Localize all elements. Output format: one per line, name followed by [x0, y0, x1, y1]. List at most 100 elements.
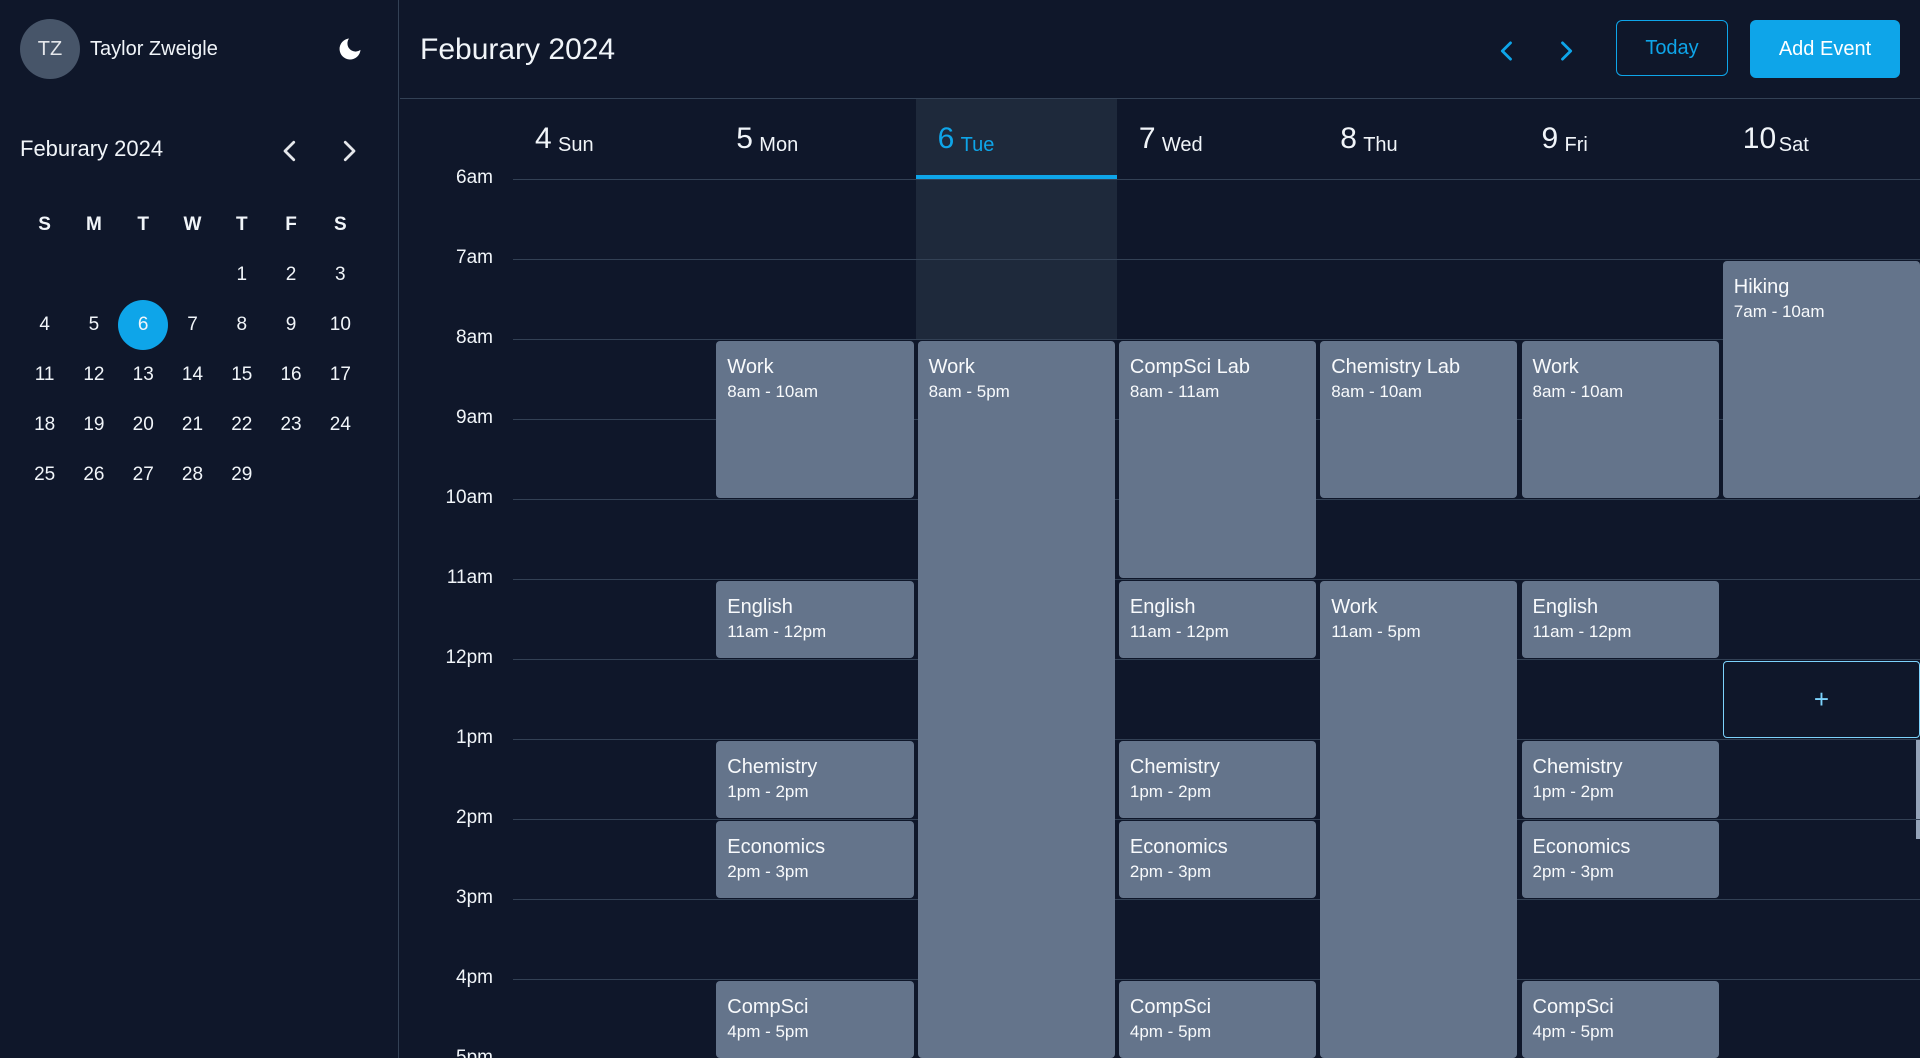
- add-event-button[interactable]: Add Event: [1750, 20, 1900, 78]
- day-name: Wed: [1161, 134, 1203, 156]
- hour-label: 12pm: [445, 647, 493, 668]
- chevron-left-icon[interactable]: [1493, 37, 1521, 65]
- event-time: 8am - 10am: [1532, 382, 1624, 401]
- event-time: 2pm - 3pm: [727, 862, 809, 881]
- event-block[interactable]: CompSci 4pm - 5pm: [716, 981, 914, 1058]
- event-block[interactable]: CompSci 4pm - 5pm: [1118, 981, 1317, 1058]
- mini-calendar-day[interactable]: 10: [316, 300, 365, 350]
- chevron-right-icon[interactable]: [334, 136, 364, 166]
- day-header[interactable]: 7 Wed: [1117, 99, 1318, 179]
- mini-calendar-day[interactable]: 1: [217, 250, 266, 300]
- mini-calendar-day[interactable]: 25: [20, 450, 69, 500]
- mini-calendar-day[interactable]: 24: [316, 400, 365, 450]
- add-event-slot[interactable]: +: [1722, 661, 1920, 738]
- event-block[interactable]: Economics 2pm - 3pm: [716, 821, 914, 898]
- mini-calendar-empty-cell: [316, 450, 365, 500]
- event-block[interactable]: Chemistry 1pm - 2pm: [1521, 741, 1719, 818]
- event-block[interactable]: Economics 2pm - 3pm: [1521, 821, 1719, 898]
- mini-calendar-day[interactable]: 27: [119, 450, 168, 500]
- mini-calendar-day[interactable]: 21: [168, 400, 217, 450]
- mini-calendar-week: 11 12 13 14 15 16 17: [20, 350, 365, 400]
- mini-calendar-title: Feburary 2024: [20, 136, 164, 161]
- hour-gridline: [513, 179, 1920, 180]
- event-block[interactable]: Work 11am - 5pm: [1320, 581, 1518, 1058]
- event-block[interactable]: English 11am - 12pm: [716, 581, 914, 658]
- hour-gridline: [513, 259, 1920, 260]
- mini-calendar-day[interactable]: 12: [69, 350, 118, 400]
- event-block[interactable]: CompSci 4pm - 5pm: [1521, 981, 1719, 1058]
- mini-calendar-day[interactable]: 20: [119, 400, 168, 450]
- event-block[interactable]: English 11am - 12pm: [1521, 581, 1719, 658]
- mini-calendar-day[interactable]: 6: [119, 300, 168, 350]
- day-header[interactable]: 5 Mon: [714, 99, 915, 179]
- today-button[interactable]: Today: [1616, 20, 1728, 76]
- hour-gridline: [513, 339, 1920, 340]
- mini-calendar-day[interactable]: 13: [119, 350, 168, 400]
- mini-calendar-empty-cell: [266, 450, 315, 500]
- mini-calendar-day[interactable]: 3: [316, 250, 365, 300]
- mini-calendar-day[interactable]: 9: [266, 300, 315, 350]
- event-block[interactable]: Work 8am - 10am: [1521, 341, 1719, 498]
- mini-calendar-day[interactable]: 2: [266, 250, 315, 300]
- day-number: 7: [1138, 122, 1156, 155]
- scrollbar-thumb[interactable]: [1916, 739, 1920, 839]
- mini-calendar-empty-cell: [20, 250, 69, 300]
- hour-label: 6am: [456, 167, 493, 188]
- day-number: 6: [937, 122, 955, 155]
- mini-calendar-day[interactable]: 17: [316, 350, 365, 400]
- sidebar: TZ Taylor Zweigle Feburary 2024 S M T W T F S 1…: [0, 0, 399, 1058]
- mini-calendar-day[interactable]: 22: [217, 400, 266, 450]
- mini-calendar-day[interactable]: 19: [69, 400, 118, 450]
- hour-gridline: [513, 979, 1920, 980]
- day-header[interactable]: 9 Fri: [1520, 99, 1721, 179]
- event-title: Work: [928, 356, 975, 378]
- mini-calendar-day[interactable]: 15: [217, 350, 266, 400]
- event-time: 1pm - 2pm: [1532, 782, 1614, 801]
- event-block[interactable]: Hiking 7am - 10am: [1722, 261, 1920, 498]
- hour-label: 7am: [456, 247, 493, 268]
- mini-calendar-day[interactable]: 23: [266, 400, 315, 450]
- day-name: Fri: [1564, 134, 1588, 156]
- event-title: CompSci: [1129, 996, 1212, 1018]
- chevron-right-icon[interactable]: [1552, 37, 1580, 65]
- event-block[interactable]: Chemistry 1pm - 2pm: [1118, 741, 1317, 818]
- chevron-left-icon[interactable]: [275, 136, 305, 166]
- event-block[interactable]: Work 8am - 5pm: [917, 341, 1115, 1058]
- mini-calendar-day[interactable]: 5: [69, 300, 118, 350]
- event-title: Chemistry: [727, 756, 818, 778]
- event-block[interactable]: Chemistry Lab 8am - 10am: [1320, 341, 1518, 498]
- event-title: Work: [1532, 356, 1579, 378]
- mini-calendar-day[interactable]: 4: [20, 300, 69, 350]
- hour-label: 2pm: [456, 807, 493, 828]
- mini-calendar-day[interactable]: 7: [168, 300, 217, 350]
- weekday-header: F: [285, 214, 297, 235]
- mini-calendar-week: 25 26 27 28 29: [20, 450, 365, 500]
- event-block[interactable]: Work 8am - 10am: [716, 341, 914, 498]
- day-header[interactable]: 6 Tue: [915, 99, 1117, 179]
- day-header[interactable]: 4 Sun: [513, 99, 714, 179]
- event-time: 4pm - 5pm: [1129, 1022, 1212, 1041]
- mini-calendar-day[interactable]: 8: [217, 300, 266, 350]
- mini-calendar-day[interactable]: 29: [217, 450, 266, 500]
- event-block[interactable]: Chemistry 1pm - 2pm: [716, 741, 914, 818]
- moon-icon[interactable]: [336, 35, 364, 63]
- event-block[interactable]: Economics 2pm - 3pm: [1118, 821, 1317, 898]
- avatar[interactable]: TZ: [20, 19, 80, 79]
- event-block[interactable]: CompSci Lab 8am - 11am: [1118, 341, 1317, 578]
- mini-calendar-day[interactable]: 16: [266, 350, 315, 400]
- mini-calendar-day[interactable]: 11: [20, 350, 69, 400]
- hour-gridline: [513, 579, 1920, 580]
- mini-calendar-day[interactable]: 26: [69, 450, 118, 500]
- day-header[interactable]: 8 Thu: [1318, 99, 1519, 179]
- hour-label: 11am: [446, 567, 493, 588]
- event-block[interactable]: English 11am - 12pm: [1118, 581, 1317, 658]
- day-name: Sun: [558, 134, 594, 156]
- event-time: 4pm - 5pm: [727, 1022, 809, 1041]
- mini-calendar-day[interactable]: 14: [168, 350, 217, 400]
- day-header[interactable]: 10 Sat: [1721, 99, 1920, 179]
- mini-calendar-empty-cell: [119, 250, 168, 300]
- mini-calendar-day[interactable]: 18: [20, 400, 69, 450]
- mini-calendar-day[interactable]: 28: [168, 450, 217, 500]
- hour-label: 10am: [445, 487, 493, 508]
- hour-label: 9am: [456, 407, 493, 428]
